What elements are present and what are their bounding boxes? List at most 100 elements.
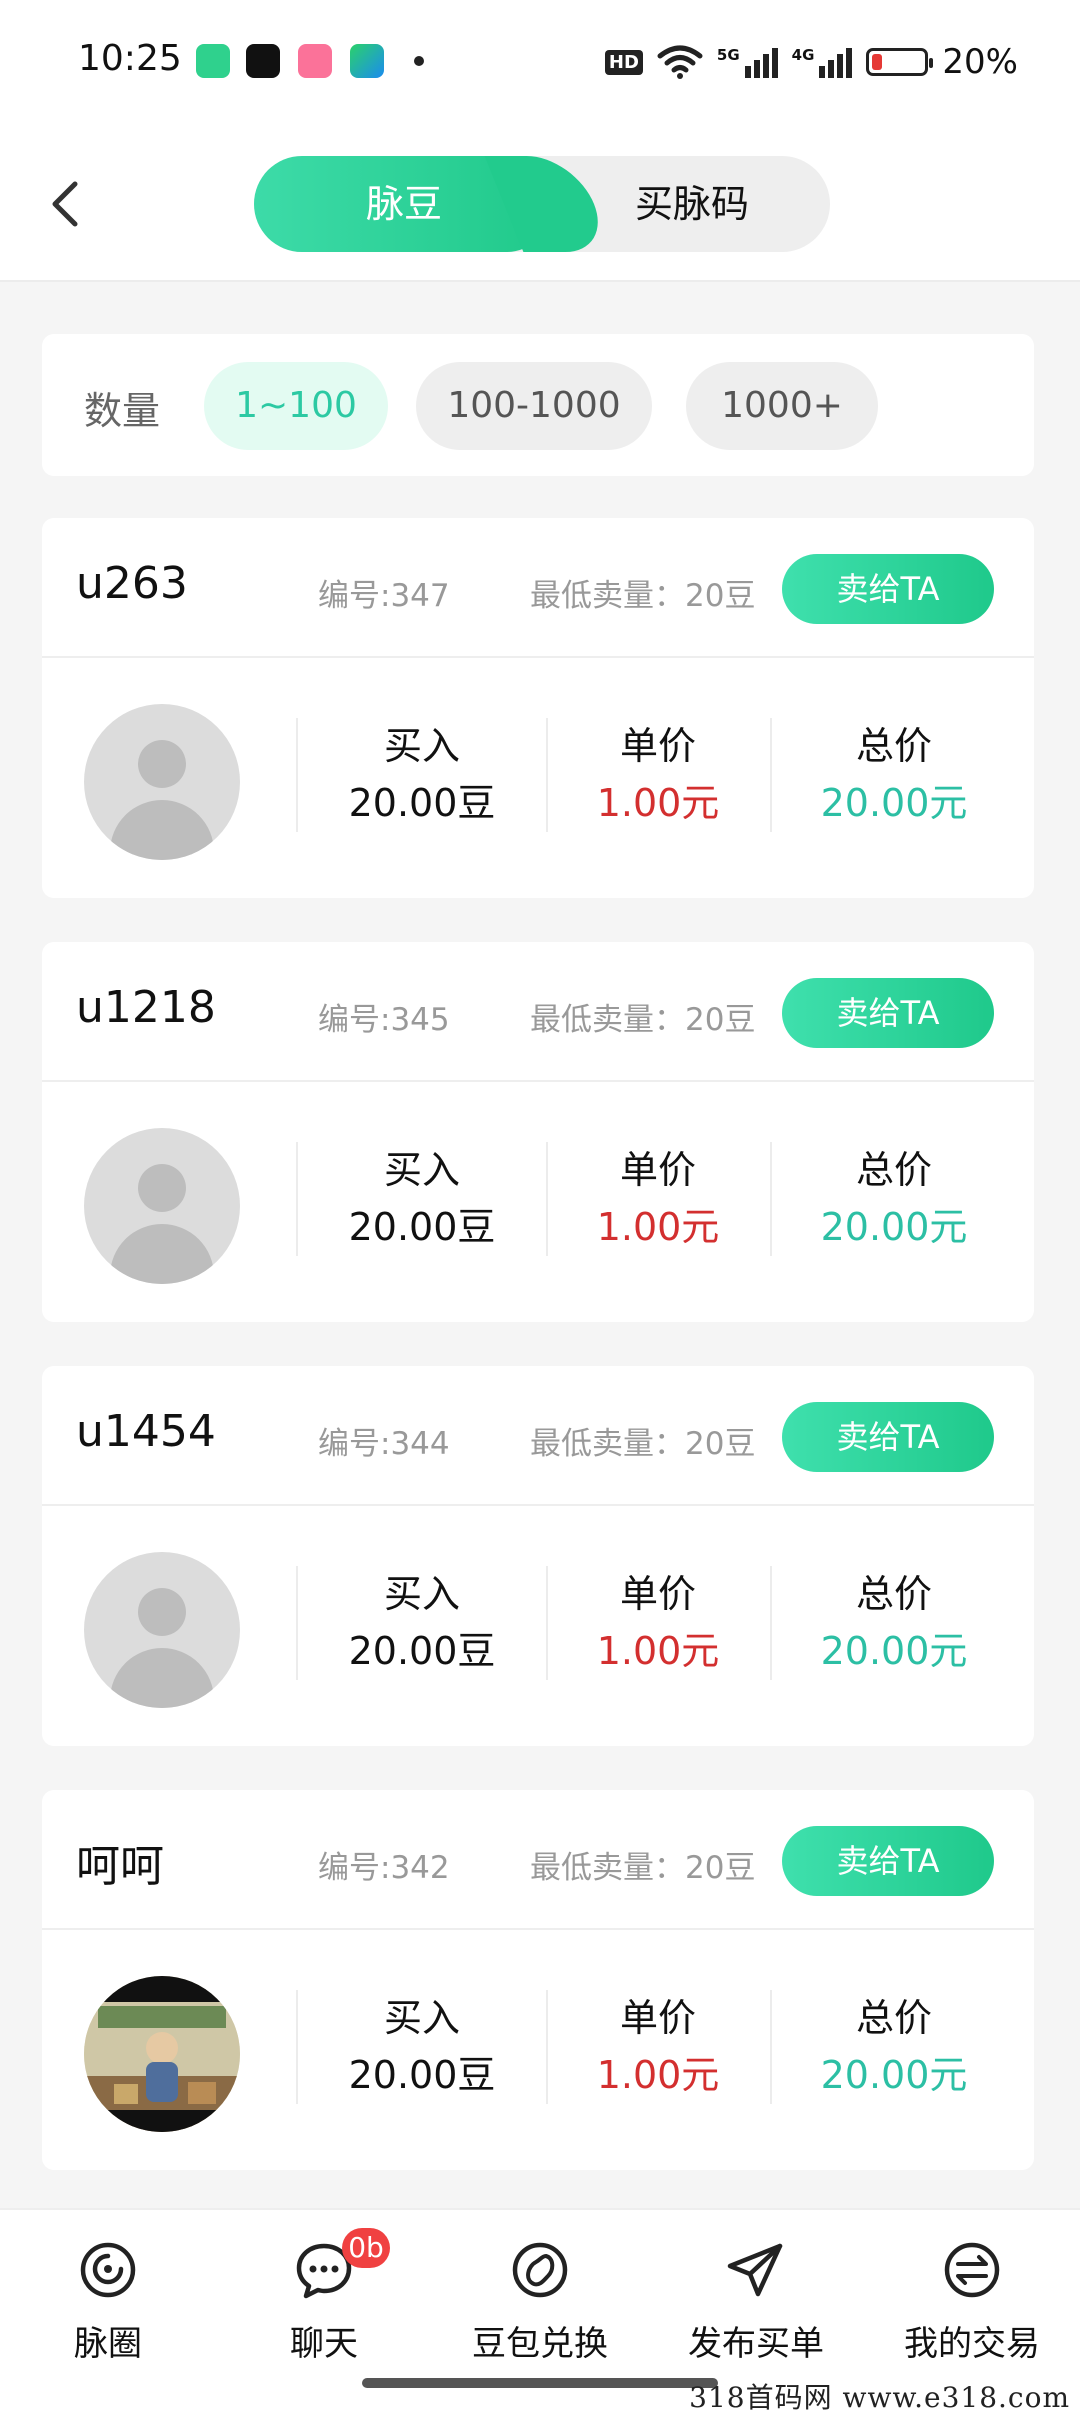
signal-5g-icon: 5G [717,46,778,78]
watermark: 318首码网 www.e318.com [689,2381,1070,2412]
seller-username: u1454 [76,1406,216,1457]
seller-username: u1218 [76,982,216,1033]
unit-price-label: 单价 [619,1148,696,1192]
seller-card: u1454 编号:344 最低卖量：20豆 卖给TA 买入 20.00豆 单价 … [42,1366,1034,1746]
total-price-label: 总价 [855,724,932,768]
bilibili-app-icon [298,44,332,78]
seller-id: 编号:342 [318,1850,450,1886]
avatar-placeholder-body [110,1648,214,1708]
home-indicator[interactable] [362,2378,718,2388]
seller-id: 编号:345 [318,1002,450,1038]
sell-to-button[interactable]: 卖给TA [782,554,994,624]
nav-item-chat[interactable]: 0b 聊天 [224,2228,424,2378]
divider [296,1566,298,1680]
wifi-icon [657,45,703,79]
buy-value: 20.00豆 [348,2053,496,2097]
buy-column: 买入 20.00豆 [322,1142,522,1256]
seller-id: 编号:344 [318,1426,450,1462]
battery-percent: 20% [942,42,1018,82]
segmented-tabs: 脉豆 买脉码 [254,156,830,252]
total-price-column: 总价 20.00元 [794,1566,994,1680]
min-sell-amount: 最低卖量：20豆 [530,1850,756,1886]
sell-to-button[interactable]: 卖给TA [782,1826,994,1896]
nav-item-post-buy-order[interactable]: 发布买单 [656,2228,856,2378]
total-price-column: 总价 20.00元 [794,1142,994,1256]
buy-value: 20.00豆 [348,1629,496,1673]
avatar-placeholder-body [110,1224,214,1284]
sell-to-button[interactable]: 卖给TA [782,1402,994,1472]
avatar[interactable] [84,1976,240,2132]
total-price-column: 总价 20.00元 [794,1990,994,2104]
total-price-label: 总价 [855,1996,932,2040]
seller-card: u1218 编号:345 最低卖量：20豆 卖给TA 买入 20.00豆 单价 … [42,942,1034,1322]
filter-chip-1000-plus[interactable]: 1000+ [686,362,878,450]
buy-value: 20.00豆 [348,1205,496,1249]
avatar-placeholder-body [110,800,214,860]
buy-column: 买入 20.00豆 [322,1990,522,2104]
unit-price-label: 单价 [619,1996,696,2040]
total-price-value: 20.00元 [820,781,968,825]
unit-price-label: 单价 [619,724,696,768]
chevron-left-icon [52,181,78,227]
divider [296,1142,298,1256]
buy-column: 买入 20.00豆 [322,1566,522,1680]
nav-label: 我的交易 [904,2324,1040,2364]
total-price-label: 总价 [855,1148,932,1192]
buy-value: 20.00豆 [348,781,496,825]
avatar[interactable] [84,1552,240,1708]
nav-item-my-trades[interactable]: 我的交易 [872,2228,1072,2378]
seller-header: 呵呵 编号:342 最低卖量：20豆 卖给TA [42,1790,1034,1930]
tab-beans[interactable]: 脉豆 [254,156,554,252]
avatar[interactable] [84,704,240,860]
battery-saver-app-icon [196,44,230,78]
divider [546,1990,548,2104]
divider [770,1990,772,2104]
nav-label: 脉圈 [74,2324,142,2364]
divider [770,718,772,832]
total-price-column: 总价 20.00元 [794,718,994,832]
avatar[interactable] [84,1128,240,1284]
seller-username: 呵呵 [76,1841,164,1892]
seller-id: 编号:347 [318,578,450,614]
signal-4g-icon: 4G [792,46,853,78]
sell-to-button[interactable]: 卖给TA [782,978,994,1048]
unit-price-value: 1.00元 [596,2053,720,2097]
min-sell-amount: 最低卖量：20豆 [530,578,756,614]
send-icon [727,2243,783,2297]
status-time: 10:25 [78,38,182,79]
tab-buy-codes[interactable]: 买脉码 [554,156,830,252]
back-button[interactable] [34,174,94,234]
divider [770,1142,772,1256]
unit-price-column: 单价 1.00元 [558,1142,758,1256]
total-price-value: 20.00元 [820,1205,968,1249]
divider [770,1566,772,1680]
unread-badge: 0b [342,2228,390,2268]
total-price-label: 总价 [855,1572,932,1616]
battery-level [872,54,883,70]
buy-label: 买入 [383,1148,460,1192]
bean-icon [512,2242,568,2298]
seller-card: 呵呵 编号:342 最低卖量：20豆 卖给TA 买入 20.00豆 单价 1.0… [42,1790,1034,2170]
filter-chip-1-100[interactable]: 1~100 [204,362,388,450]
seller-card: u263 编号:347 最低卖量：20豆 卖给TA 买入 20.00豆 单价 1… [42,518,1034,898]
divider [296,1990,298,2104]
nav-label: 聊天 [290,2324,358,2364]
nav-label: 发布买单 [688,2324,824,2364]
divider [546,718,548,832]
divider [546,1566,548,1680]
unit-price-value: 1.00元 [596,1205,720,1249]
unit-price-column: 单价 1.00元 [558,1566,758,1680]
filter-chip-100-1000[interactable]: 100-1000 [416,362,652,450]
avatar-placeholder-icon [138,1164,186,1212]
seller-header: u1218 编号:345 最低卖量：20豆 卖给TA [42,942,1034,1082]
circle-swirl-icon [80,2242,136,2298]
unit-price-column: 单价 1.00元 [558,718,758,832]
nav-item-bean-exchange[interactable]: 豆包兑换 [440,2228,640,2378]
min-sell-amount: 最低卖量：20豆 [530,1002,756,1038]
top-header: 脉豆 买脉码 [0,130,1080,282]
battery-icon [866,48,934,76]
unit-price-value: 1.00元 [596,1629,720,1673]
avatar-placeholder-icon [138,740,186,788]
hd-voice-icon: HD [604,49,643,75]
nav-item-circle[interactable]: 脉圈 [8,2228,208,2378]
